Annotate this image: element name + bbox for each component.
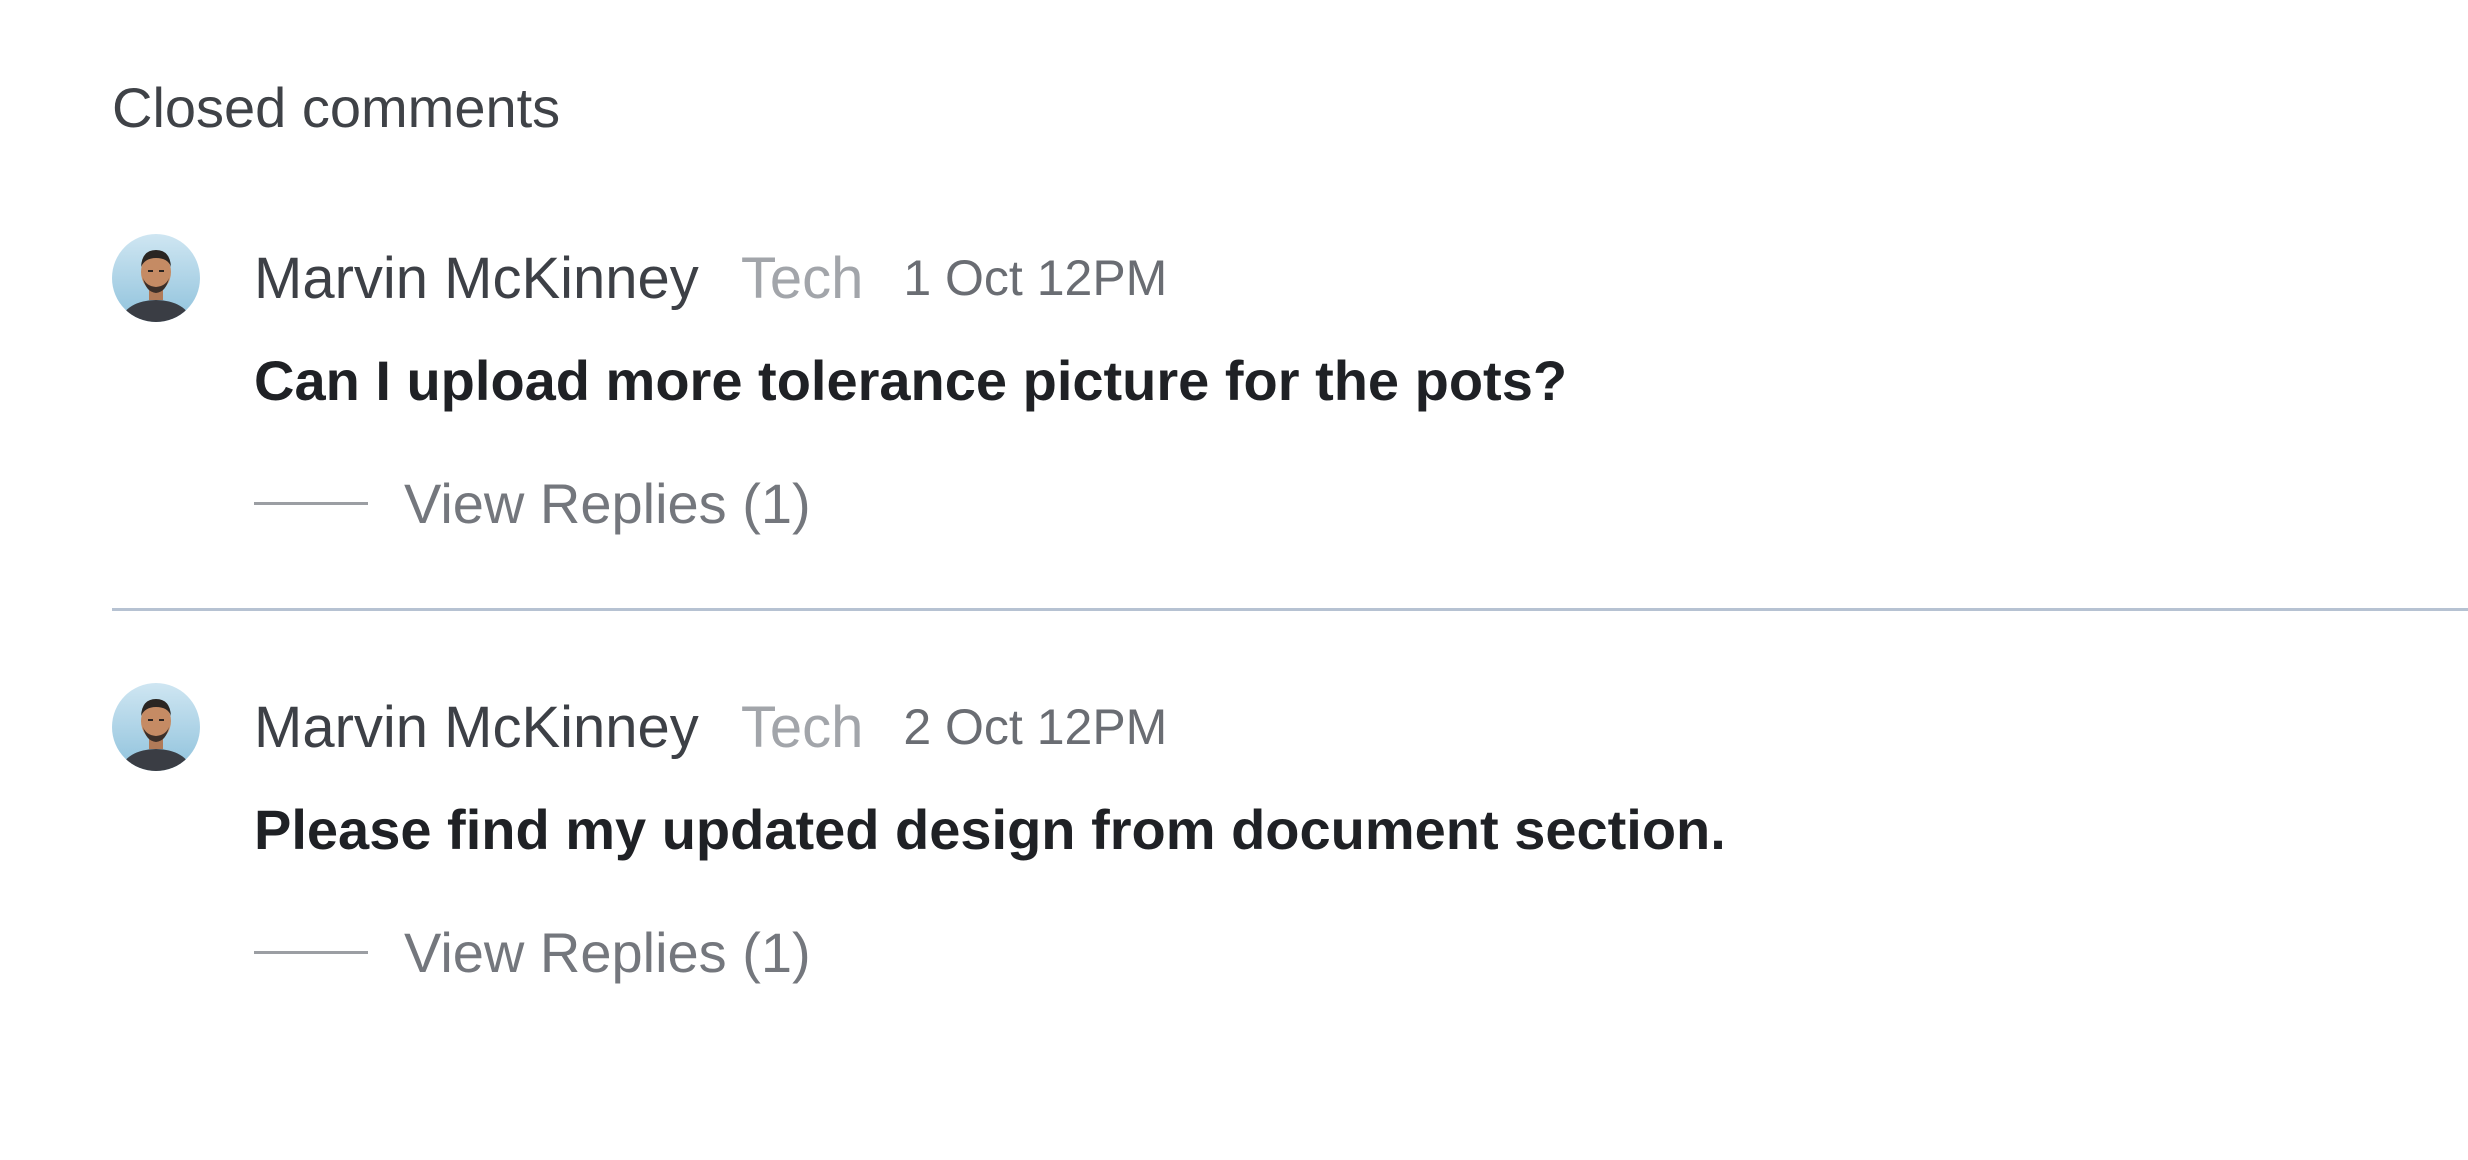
user-avatar-icon[interactable] (112, 234, 200, 322)
author-role: Tech (740, 245, 864, 311)
author-name[interactable]: Marvin McKinney (254, 245, 699, 312)
user-avatar-icon[interactable] (112, 683, 200, 771)
comment-meta: Marvin McKinney Tech 2 Oct 12PM (254, 683, 1167, 771)
comment-timestamp: 2 Oct 12PM (903, 699, 1168, 755)
author-role: Tech (740, 694, 864, 760)
view-replies-button[interactable]: View Replies (1) (254, 917, 811, 987)
author-name[interactable]: Marvin McKinney (254, 694, 699, 761)
comment-timestamp: 1 Oct 12PM (903, 250, 1168, 306)
replies-connector-line (254, 950, 368, 954)
replies-connector-line (254, 501, 368, 505)
comment-meta: Marvin McKinney Tech 1 Oct 12PM (254, 234, 1167, 322)
view-replies-label[interactable]: View Replies (1) (404, 920, 811, 985)
view-replies-label[interactable]: View Replies (1) (404, 471, 811, 536)
comment-text: Please find my updated design from docum… (254, 798, 1726, 861)
section-title: Closed comments (112, 76, 561, 139)
comment-divider (112, 608, 2468, 611)
closed-comments-panel: Closed comments Marvin McKinney Tech 1 O… (0, 0, 2468, 1160)
comment-text: Can I upload more tolerance picture for … (254, 349, 1568, 412)
view-replies-button[interactable]: View Replies (1) (254, 468, 811, 538)
